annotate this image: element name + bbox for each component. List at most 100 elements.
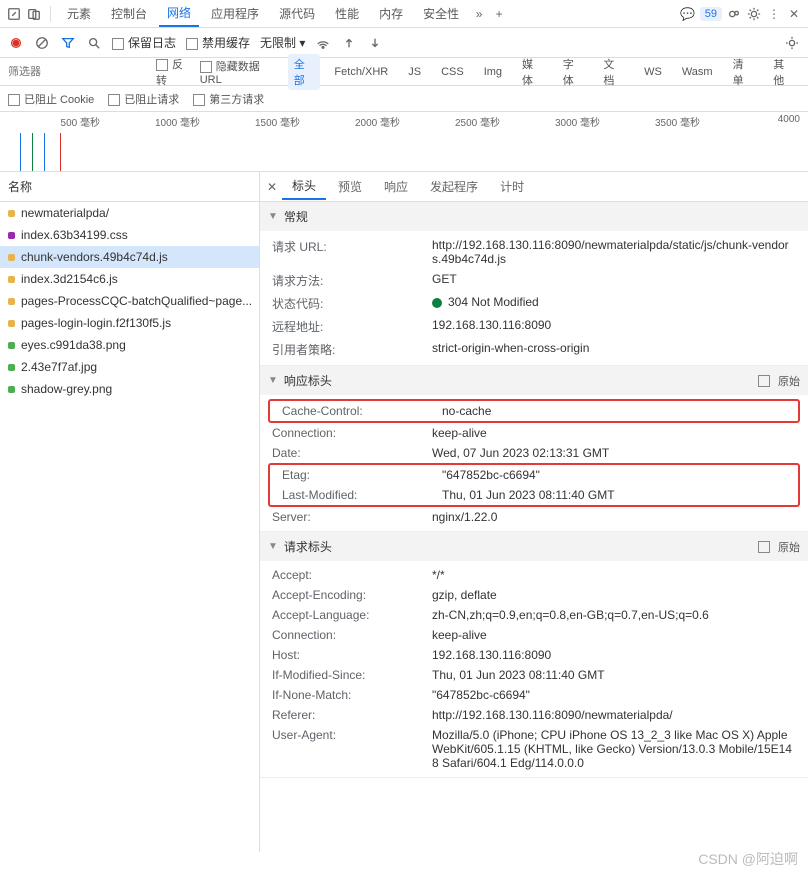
tab-sources[interactable]: 源代码 [271, 1, 323, 26]
request-name: index.3d2154c6.js [21, 272, 118, 286]
raw-request-checkbox[interactable]: 原始 [758, 539, 800, 555]
filter-fetch[interactable]: Fetch/XHR [328, 64, 394, 80]
referrer-policy-label: 引用者策略: [272, 341, 432, 358]
referrer-policy-value: strict-origin-when-cross-origin [432, 341, 796, 358]
filter-img[interactable]: Img [478, 64, 508, 80]
tab-response[interactable]: 响应 [374, 174, 418, 199]
filter-css[interactable]: CSS [435, 64, 470, 80]
highlighted-cache-control: Cache-Control:no-cache [268, 399, 800, 423]
timeline-overview[interactable]: 500 毫秒 1000 毫秒 1500 毫秒 2000 毫秒 2500 毫秒 3… [0, 112, 808, 172]
file-type-icon [8, 210, 15, 217]
request-name: eyes.c991da38.png [21, 338, 126, 352]
request-name: newmaterialpda/ [21, 206, 109, 220]
tab-application[interactable]: 应用程序 [203, 1, 267, 26]
request-name: index.63b34199.css [21, 228, 128, 242]
tab-initiator[interactable]: 发起程序 [420, 174, 488, 199]
filter-wasm[interactable]: Wasm [676, 64, 719, 80]
filter-icon[interactable] [60, 35, 76, 51]
tab-timing[interactable]: 计时 [490, 174, 534, 199]
file-type-icon [8, 298, 15, 305]
name-column-header[interactable]: 名称 [0, 172, 259, 202]
file-type-icon [8, 386, 15, 393]
issues-icon[interactable]: 💬 [680, 6, 696, 22]
filter-font[interactable]: 字体 [557, 54, 590, 90]
request-row[interactable]: shadow-grey.png [0, 378, 259, 400]
invert-checkbox[interactable]: 反转 [156, 56, 192, 88]
close-detail-icon[interactable]: ✕ [264, 179, 280, 195]
file-type-icon [8, 232, 15, 239]
inspect-icon[interactable] [6, 6, 22, 22]
filter-all[interactable]: 全部 [288, 54, 321, 90]
file-type-icon [8, 254, 15, 261]
request-method-value: GET [432, 272, 796, 289]
feedback-icon[interactable] [726, 6, 742, 22]
settings-icon[interactable] [746, 6, 762, 22]
device-icon[interactable] [26, 6, 42, 22]
tab-preview[interactable]: 预览 [328, 174, 372, 199]
request-url-label: 请求 URL: [272, 238, 432, 266]
tab-performance[interactable]: 性能 [327, 1, 367, 26]
request-row[interactable]: pages-login-login.f2f130f5.js [0, 312, 259, 334]
filter-input[interactable] [8, 66, 148, 78]
close-devtools-icon[interactable]: ✕ [786, 6, 802, 22]
preserve-log-checkbox[interactable]: 保留日志 [112, 34, 176, 51]
request-row[interactable]: 2.43e7f7af.jpg [0, 356, 259, 378]
clear-icon[interactable] [34, 35, 50, 51]
timeline-bar [32, 133, 33, 171]
request-row[interactable]: pages-ProcessCQC-batchQualified~page... [0, 290, 259, 312]
request-row[interactable]: chunk-vendors.49b4c74d.js [0, 246, 259, 268]
search-icon[interactable] [86, 35, 102, 51]
network-settings-icon[interactable] [784, 35, 800, 51]
online-icon[interactable] [315, 35, 331, 51]
plus-icon[interactable]: + [491, 6, 507, 22]
disable-cache-checkbox[interactable]: 禁用缓存 [186, 34, 250, 51]
filter-ws[interactable]: WS [638, 64, 668, 80]
tab-console[interactable]: 控制台 [103, 1, 155, 26]
record-icon[interactable] [8, 35, 24, 51]
filter-doc[interactable]: 文档 [597, 54, 630, 90]
file-type-icon [8, 320, 15, 327]
request-url-value: http://192.168.130.116:8090/newmaterialp… [432, 238, 796, 266]
raw-response-checkbox[interactable]: 原始 [758, 373, 800, 389]
filter-other[interactable]: 其他 [767, 54, 800, 90]
request-name: pages-login-login.f2f130f5.js [21, 316, 171, 330]
tab-elements[interactable]: 元素 [59, 1, 99, 26]
throttling-select[interactable]: 无限制 ▾ [260, 34, 305, 51]
upload-icon[interactable] [341, 35, 357, 51]
file-type-icon [8, 342, 15, 349]
blocked-request-checkbox[interactable]: 已阻止请求 [108, 91, 179, 107]
more-tabs-icon[interactable]: » [471, 6, 487, 22]
remote-address-label: 远程地址: [272, 318, 432, 335]
request-name: shadow-grey.png [21, 382, 112, 396]
third-party-checkbox[interactable]: 第三方请求 [193, 91, 264, 107]
general-section-header[interactable]: ▼常规 [260, 202, 808, 231]
issues-badge[interactable]: 59 [700, 7, 722, 21]
kebab-icon[interactable]: ⋮ [766, 6, 782, 22]
timeline-bar [60, 133, 61, 171]
timeline-bar [20, 133, 21, 171]
filter-media[interactable]: 媒体 [516, 54, 549, 90]
tab-network[interactable]: 网络 [159, 0, 199, 27]
tab-headers[interactable]: 标头 [282, 173, 326, 200]
tab-security[interactable]: 安全性 [415, 1, 467, 26]
request-row[interactable]: index.3d2154c6.js [0, 268, 259, 290]
hide-data-checkbox[interactable]: 隐藏数据 URL [200, 58, 280, 86]
file-type-icon [8, 276, 15, 283]
request-row[interactable]: eyes.c991da38.png [0, 334, 259, 356]
request-headers-section-header[interactable]: ▼请求标头原始 [260, 532, 808, 561]
response-headers-section-header[interactable]: ▼响应标头原始 [260, 366, 808, 395]
file-type-icon [8, 364, 15, 371]
status-code-value: 304 Not Modified [432, 295, 796, 312]
status-code-label: 状态代码: [272, 295, 432, 312]
request-name: 2.43e7f7af.jpg [21, 360, 97, 374]
tab-memory[interactable]: 内存 [371, 1, 411, 26]
filter-manifest[interactable]: 清单 [727, 54, 760, 90]
blocked-cookie-checkbox[interactable]: 已阻止 Cookie [8, 91, 94, 107]
highlighted-etag-lastmod: Etag:"647852bc-c6694" Last-Modified:Thu,… [268, 463, 800, 507]
download-icon[interactable] [367, 35, 383, 51]
request-row[interactable]: index.63b34199.css [0, 224, 259, 246]
filter-js[interactable]: JS [402, 64, 427, 80]
request-row[interactable]: newmaterialpda/ [0, 202, 259, 224]
request-name: chunk-vendors.49b4c74d.js [21, 250, 168, 264]
remote-address-value: 192.168.130.116:8090 [432, 318, 796, 335]
